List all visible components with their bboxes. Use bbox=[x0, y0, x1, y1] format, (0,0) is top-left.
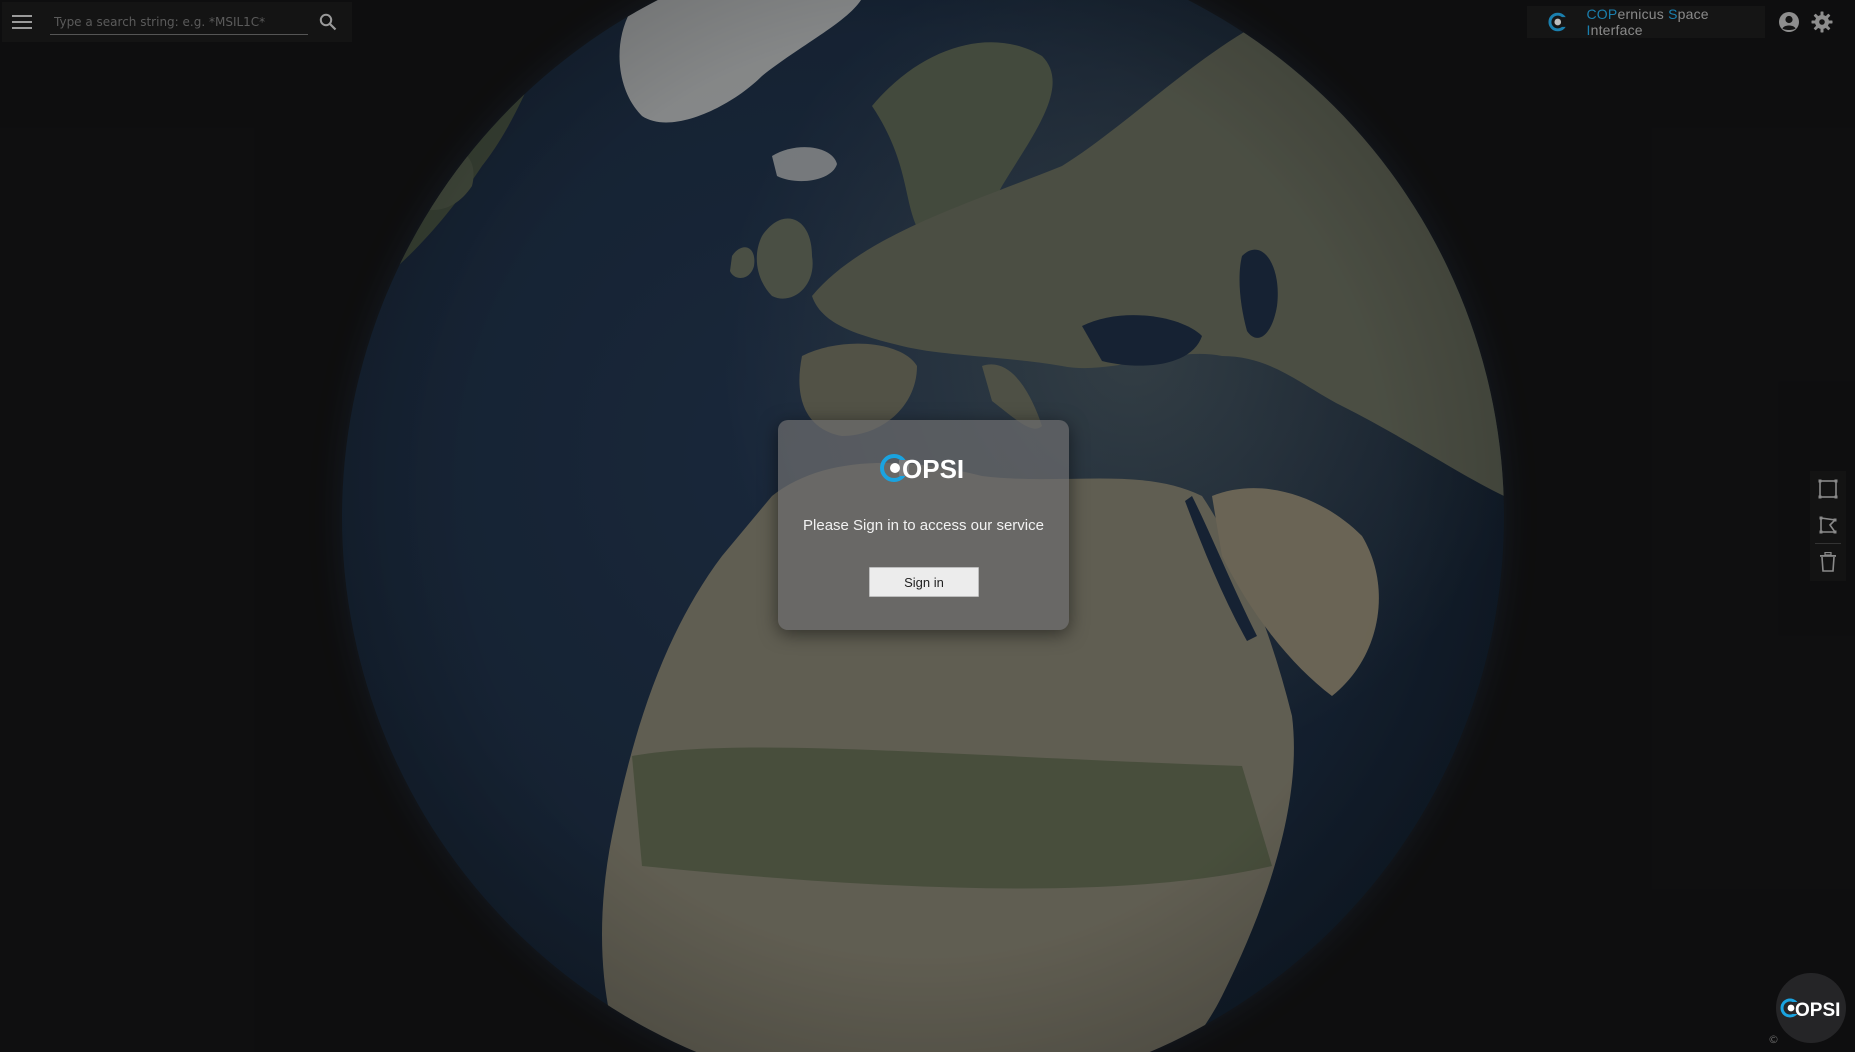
draw-polygon-button[interactable] bbox=[1810, 507, 1846, 543]
search-icon bbox=[319, 13, 337, 31]
copsi-badge-logo: OPSI bbox=[1780, 998, 1840, 1021]
brand-name-part: pace bbox=[1677, 6, 1709, 22]
menu-button[interactable] bbox=[2, 2, 42, 42]
draw-rectangle-button[interactable] bbox=[1810, 471, 1846, 507]
copsi-badge-text: OPSI bbox=[1795, 1000, 1840, 1021]
copsi-logo-icon bbox=[1548, 12, 1569, 32]
hamburger-menu-icon bbox=[12, 15, 32, 29]
search-button[interactable] bbox=[308, 2, 348, 42]
sign-in-message: Please Sign in to access our service bbox=[803, 517, 1044, 534]
user-account-button[interactable] bbox=[1777, 10, 1801, 34]
gear-icon bbox=[1811, 11, 1833, 33]
search-bar bbox=[2, 2, 352, 42]
search-input[interactable] bbox=[50, 9, 308, 35]
sign-in-dialog: OPSI Please Sign in to access our servic… bbox=[778, 420, 1069, 630]
delete-shape-button[interactable] bbox=[1810, 544, 1846, 580]
copsi-badge[interactable]: OPSI bbox=[1776, 973, 1846, 1043]
brand-name-part: S bbox=[1668, 6, 1678, 22]
copyright-notice[interactable]: © bbox=[1768, 1033, 1782, 1047]
brand-name-part: ernicus bbox=[1617, 6, 1669, 22]
app-root: COPernicus Space Interface bbox=[0, 0, 1855, 1052]
user-account-icon bbox=[1779, 12, 1799, 32]
trash-icon bbox=[1820, 552, 1836, 572]
brand-name-part: nterface bbox=[1590, 22, 1643, 38]
settings-button[interactable] bbox=[1810, 10, 1834, 34]
brand-banner: COPernicus Space Interface bbox=[1527, 6, 1765, 38]
brand-name: COPernicus Space Interface bbox=[1587, 6, 1766, 38]
drawing-toolbar bbox=[1810, 471, 1846, 581]
draw-rectangle-icon bbox=[1818, 479, 1838, 499]
copsi-logo-text: OPSI bbox=[902, 454, 964, 484]
copsi-logo: OPSI bbox=[880, 454, 964, 484]
draw-polygon-icon bbox=[1819, 516, 1837, 534]
sign-in-button[interactable]: Sign in bbox=[869, 567, 979, 597]
brand-name-part: COP bbox=[1586, 6, 1618, 22]
